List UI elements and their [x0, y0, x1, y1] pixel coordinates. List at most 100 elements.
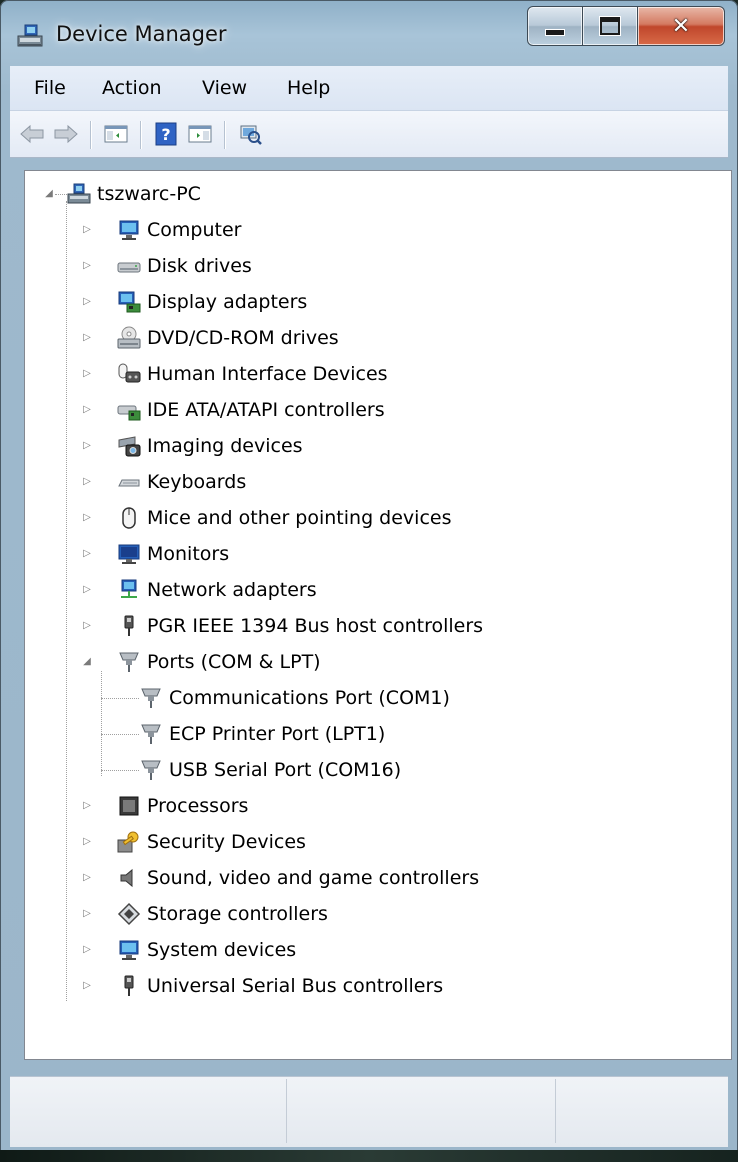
computer-icon [117, 218, 141, 242]
status-bar [10, 1076, 728, 1147]
expand-arrow-icon[interactable]: ▷ [81, 800, 93, 811]
keyboard-icon [117, 470, 141, 494]
tree-item-dvd-cdrom-drives[interactable]: ▷ DVD/CD-ROM drives [81, 323, 339, 353]
help-button[interactable]: ? [152, 121, 180, 147]
tree-child-com1[interactable]: Communications Port (COM1) [101, 683, 450, 713]
speaker-icon [117, 866, 141, 890]
close-button[interactable]: ✕ [638, 6, 725, 46]
expand-arrow-icon[interactable]: ▷ [81, 908, 93, 919]
tree-item-system-devices[interactable]: ▷ System devices [81, 935, 296, 965]
scan-hardware-icon [240, 125, 262, 145]
tree-child-label: USB Serial Port (COM16) [169, 759, 402, 781]
expand-arrow-icon[interactable]: ▷ [81, 548, 93, 559]
expand-arrow-icon[interactable]: ▷ [81, 620, 93, 631]
tree-item-ports[interactable]: ◢ Ports (COM & LPT) [81, 647, 321, 677]
collapse-arrow-icon[interactable]: ◢ [81, 656, 93, 667]
tree-item-label: DVD/CD-ROM drives [147, 327, 339, 349]
device-tree[interactable]: ◢ tszwarc-PC ▷ Computer ▷ Disk drives ▷ … [24, 170, 732, 1060]
show-hide-console-tree-button[interactable] [102, 121, 130, 147]
tree-item-network-adapters[interactable]: ▷ Network adapters [81, 575, 317, 605]
expand-arrow-icon[interactable]: ▷ [81, 404, 93, 415]
system-device-icon [117, 938, 141, 962]
menu-action[interactable]: Action [102, 77, 162, 99]
action-pane-icon [188, 125, 212, 143]
network-adapter-icon [117, 578, 141, 602]
tree-item-computer[interactable]: ▷ Computer [81, 215, 241, 245]
forward-button[interactable] [52, 121, 80, 147]
tree-item-usb-controllers[interactable]: ▷ Universal Serial Bus controllers [81, 971, 443, 1001]
tree-item-label: Ports (COM & LPT) [147, 651, 321, 673]
forward-arrow-icon [54, 124, 78, 144]
help-icon: ? [155, 122, 177, 146]
expand-arrow-icon[interactable]: ▷ [81, 836, 93, 847]
tree-child-lpt1[interactable]: ECP Printer Port (LPT1) [101, 719, 385, 749]
imaging-device-icon [117, 434, 141, 458]
tree-item-label: Network adapters [147, 579, 317, 601]
computer-root-icon [67, 182, 91, 206]
tree-item-label: Universal Serial Bus controllers [147, 975, 444, 997]
back-button[interactable] [18, 121, 46, 147]
expand-arrow-icon[interactable]: ▷ [81, 368, 93, 379]
menu-file[interactable]: File [34, 77, 66, 99]
tree-item-label: Processors [147, 795, 249, 817]
tree-item-label: Human Interface Devices [147, 363, 388, 385]
expand-arrow-icon[interactable]: ▷ [81, 512, 93, 523]
svg-text:?: ? [161, 125, 170, 144]
expand-arrow-icon[interactable]: ▷ [81, 440, 93, 451]
expand-arrow-icon[interactable]: ▷ [81, 332, 93, 343]
back-arrow-icon [20, 124, 44, 144]
tree-item-ide-ata-atapi-controllers[interactable]: ▷ IDE ATA/ATAPI controllers [81, 395, 385, 425]
tree-root-label: tszwarc-PC [97, 183, 201, 205]
tree-item-imaging-devices[interactable]: ▷ Imaging devices [81, 431, 303, 461]
firewire-icon [117, 614, 141, 638]
tree-item-mice[interactable]: ▷ Mice and other pointing devices [81, 503, 451, 533]
tree-item-security-devices[interactable]: ▷ Security Devices [81, 827, 306, 857]
tree-item-monitors[interactable]: ▷ Monitors [81, 539, 229, 569]
tree-item-pgr-ieee-1394[interactable]: ▷ PGR IEEE 1394 Bus host controllers [81, 611, 483, 641]
port-icon [139, 686, 163, 710]
desktop-background-strip [0, 1150, 738, 1162]
expand-arrow-icon[interactable]: ▷ [81, 944, 93, 955]
tree-item-label: IDE ATA/ATAPI controllers [147, 399, 385, 421]
minimize-button[interactable] [527, 6, 583, 46]
toolbar: ? [10, 111, 728, 158]
status-pane [287, 1079, 556, 1143]
expand-arrow-icon[interactable]: ▷ [81, 872, 93, 883]
tree-item-keyboards[interactable]: ▷ Keyboards [81, 467, 246, 497]
menu-view[interactable]: View [202, 77, 247, 99]
port-icon [139, 722, 163, 746]
disk-drive-icon [117, 254, 141, 278]
tree-child-com16[interactable]: USB Serial Port (COM16) [101, 755, 401, 785]
tree-root[interactable]: ◢ tszwarc-PC [43, 179, 201, 209]
expand-arrow-icon[interactable]: ▷ [81, 296, 93, 307]
maximize-icon [600, 17, 620, 35]
tree-item-label: Imaging devices [147, 435, 303, 457]
show-action-pane-button[interactable] [186, 121, 214, 147]
caption-buttons: ✕ [527, 6, 725, 46]
title-bar[interactable]: Device Manager ✕ [0, 0, 738, 66]
tree-item-label: Sound, video and game controllers [147, 867, 480, 889]
toolbar-separator [140, 121, 141, 149]
maximize-button[interactable] [583, 6, 638, 46]
device-manager-app-icon[interactable] [16, 22, 44, 50]
tree-item-label: Storage controllers [147, 903, 328, 925]
expand-arrow-icon[interactable]: ▷ [81, 224, 93, 235]
expand-arrow-icon[interactable]: ▷ [81, 476, 93, 487]
tree-item-processors[interactable]: ▷ Processors [81, 791, 248, 821]
tree-item-human-interface-devices[interactable]: ▷ Human Interface Devices [81, 359, 388, 389]
collapse-arrow-icon[interactable]: ◢ [43, 188, 55, 199]
scan-hardware-button[interactable] [236, 121, 264, 147]
tree-item-storage-controllers[interactable]: ▷ Storage controllers [81, 899, 328, 929]
tree-item-disk-drives[interactable]: ▷ Disk drives [81, 251, 252, 281]
expand-arrow-icon[interactable]: ▷ [81, 980, 93, 991]
expand-arrow-icon[interactable]: ▷ [81, 584, 93, 595]
tree-item-label: Monitors [147, 543, 230, 565]
menu-help[interactable]: Help [287, 77, 330, 99]
tree-connector-line [66, 201, 67, 1001]
tree-item-label: Display adapters [147, 291, 308, 313]
hid-icon [117, 362, 141, 386]
expand-arrow-icon[interactable]: ▷ [81, 260, 93, 271]
tree-item-display-adapters[interactable]: ▷ Display adapters [81, 287, 307, 317]
close-icon: ✕ [671, 13, 691, 39]
tree-item-sound-video-game[interactable]: ▷ Sound, video and game controllers [81, 863, 479, 893]
